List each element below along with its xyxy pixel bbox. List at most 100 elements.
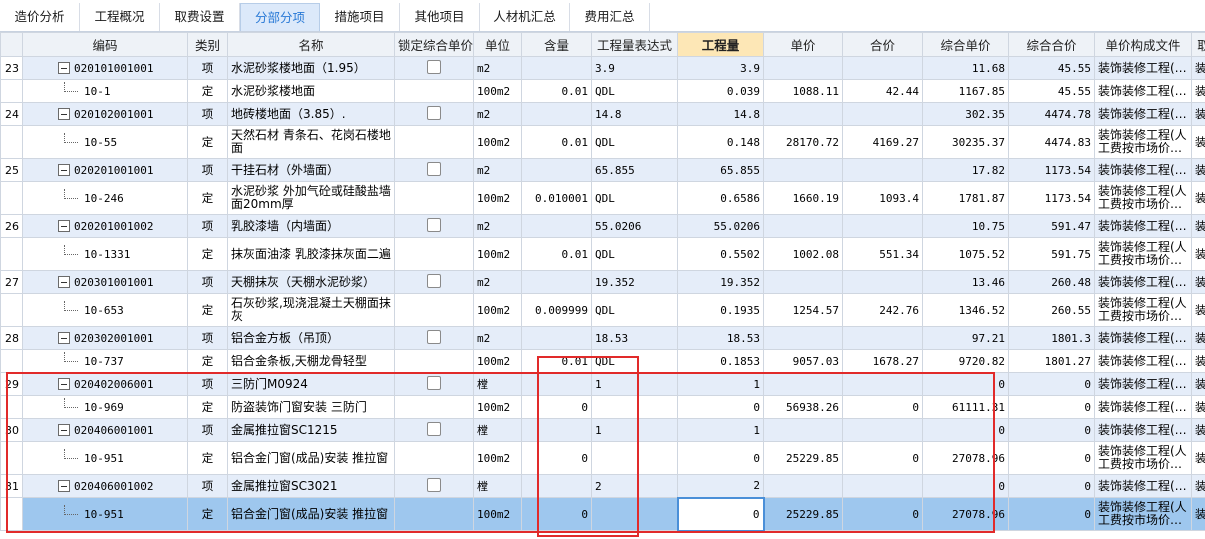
composite-total-cell[interactable]: 260.48 xyxy=(1008,270,1095,294)
total-price-cell[interactable] xyxy=(842,326,923,350)
quantity-cell[interactable]: 1 xyxy=(677,372,764,396)
collapse-icon[interactable] xyxy=(58,108,70,120)
composite-unit-price-cell[interactable]: 1781.87 xyxy=(922,181,1009,215)
code-cell[interactable]: 020102001001 xyxy=(22,102,188,126)
lock-price-checkbox[interactable] xyxy=(427,421,441,436)
composite-total-cell[interactable]: 0 xyxy=(1008,418,1095,442)
composite-total-cell[interactable]: 45.55 xyxy=(1008,56,1095,80)
total-price-cell[interactable]: 1093.4 xyxy=(842,181,923,215)
column-header-8[interactable]: 工程量 xyxy=(677,32,764,57)
category-cell[interactable]: 定 xyxy=(187,181,228,215)
unit-price-cell[interactable] xyxy=(763,102,843,126)
content-cell[interactable]: 0.01 xyxy=(521,79,592,103)
fee-cell[interactable]: 装饰装修 xyxy=(1191,293,1205,327)
unit-cell[interactable]: m2 xyxy=(473,326,522,350)
bill-item-row[interactable]: 26 020201001002 项乳胶漆墙（内墙面） m2 55.0206 55.0206… xyxy=(0,214,1205,238)
quota-row[interactable]: 10-951 定铝合金门窗(成品)安装 推拉窗 100m2 0 0 25229.85 0 27… xyxy=(0,496,1205,532)
category-cell[interactable]: 定 xyxy=(187,125,228,159)
tab-3[interactable]: 分部分项 xyxy=(240,3,320,31)
bill-item-row[interactable]: 25 020201001001 项干挂石材（外墙面） m2 65.855 65.855 17… xyxy=(0,158,1205,182)
composite-total-cell[interactable]: 0 xyxy=(1008,395,1095,419)
content-cell[interactable] xyxy=(521,474,592,498)
content-cell[interactable] xyxy=(521,418,592,442)
content-cell[interactable] xyxy=(521,270,592,294)
name-cell[interactable]: 地砖楼地面（3.85）. xyxy=(227,102,395,126)
name-cell[interactable]: 天棚抹灰（天棚水泥砂浆） xyxy=(227,270,395,294)
fee-cell[interactable]: 装饰装修 xyxy=(1191,214,1205,238)
price-file-cell[interactable]: 装饰装修工程(… xyxy=(1094,418,1192,442)
composite-unit-price-cell[interactable]: 27078.96 xyxy=(922,441,1009,475)
composite-total-cell[interactable]: 0 xyxy=(1008,372,1095,396)
total-price-cell[interactable]: 4169.27 xyxy=(842,125,923,159)
content-cell[interactable] xyxy=(521,372,592,396)
total-price-cell[interactable]: 0 xyxy=(842,497,923,531)
unit-price-cell[interactable]: 9057.03 xyxy=(763,349,843,373)
unit-cell[interactable]: 100m2 xyxy=(473,349,522,373)
unit-price-cell[interactable]: 1660.19 xyxy=(763,181,843,215)
quota-row[interactable]: 10-1331 定抹灰面油漆 乳胶漆抹灰面二遍 100m2 0.01 QDL 0.5502… xyxy=(0,237,1205,271)
content-cell[interactable] xyxy=(521,158,592,182)
unit-cell[interactable]: 100m2 xyxy=(473,125,522,159)
price-file-cell[interactable]: 装饰装修工程(人工费按市场价… xyxy=(1094,497,1192,531)
unit-cell[interactable]: m2 xyxy=(473,270,522,294)
quantity-cell[interactable]: 3.9 xyxy=(677,56,764,80)
collapse-icon[interactable] xyxy=(58,220,70,232)
tab-4[interactable]: 措施项目 xyxy=(320,3,400,31)
total-price-cell[interactable] xyxy=(842,418,923,442)
code-cell[interactable]: 020201001002 xyxy=(22,214,188,238)
column-header-6[interactable]: 含量 xyxy=(521,32,592,57)
unit-price-cell[interactable] xyxy=(763,372,843,396)
tab-5[interactable]: 其他项目 xyxy=(400,3,480,31)
unit-price-cell[interactable] xyxy=(763,270,843,294)
collapse-icon[interactable] xyxy=(58,332,70,344)
collapse-icon[interactable] xyxy=(58,62,70,74)
code-cell[interactable]: 020302001001 xyxy=(22,326,188,350)
quantity-expression-cell[interactable]: 65.855 xyxy=(591,158,678,182)
quantity-expression-cell[interactable]: QDL xyxy=(591,125,678,159)
content-cell[interactable]: 0.01 xyxy=(521,349,592,373)
composite-unit-price-cell[interactable]: 9720.82 xyxy=(922,349,1009,373)
category-cell[interactable]: 定 xyxy=(187,441,228,475)
unit-price-cell[interactable] xyxy=(763,214,843,238)
composite-total-cell[interactable]: 1173.54 xyxy=(1008,181,1095,215)
category-cell[interactable]: 定 xyxy=(187,293,228,327)
name-cell[interactable]: 天然石材 青条石、花岗石楼地面 xyxy=(227,125,395,159)
quota-row[interactable]: 10-951 定铝合金门窗(成品)安装 推拉窗 100m2 0 0 25229.85 0 27… xyxy=(0,441,1205,475)
quantity-cell[interactable]: 0.1935 xyxy=(677,293,764,327)
composite-unit-price-cell[interactable]: 27078.96 xyxy=(922,497,1009,531)
unit-cell[interactable]: m2 xyxy=(473,56,522,80)
fee-cell[interactable]: 装饰装修 xyxy=(1191,125,1205,159)
price-file-cell[interactable]: 装饰装修工程(人工费按市场价… xyxy=(1094,125,1192,159)
content-cell[interactable]: 0 xyxy=(521,497,592,531)
quantity-expression-cell[interactable]: 2 xyxy=(591,474,678,498)
lock-price-checkbox[interactable] xyxy=(427,59,441,74)
code-cell[interactable]: 10-1 xyxy=(22,79,188,103)
price-file-cell[interactable]: 装饰装修工程(… xyxy=(1094,270,1192,294)
quota-row[interactable]: 10-737 定铝合金条板,天棚龙骨轻型 100m2 0.01 QDL 0.1853 905… xyxy=(0,349,1205,373)
fee-cell[interactable]: 装饰装修 xyxy=(1191,102,1205,126)
price-file-cell[interactable]: 装饰装修工程(… xyxy=(1094,349,1192,373)
name-cell[interactable]: 抹灰面油漆 乳胶漆抹灰面二遍 xyxy=(227,237,395,271)
name-cell[interactable]: 铝合金门窗(成品)安装 推拉窗 xyxy=(227,441,395,475)
code-cell[interactable]: 10-246 xyxy=(22,181,188,215)
category-cell[interactable]: 项 xyxy=(187,270,228,294)
composite-unit-price-cell[interactable]: 1167.85 xyxy=(922,79,1009,103)
price-file-cell[interactable]: 装饰装修工程(… xyxy=(1094,395,1192,419)
composite-total-cell[interactable]: 0 xyxy=(1008,474,1095,498)
bill-item-row[interactable]: 30020406001001项金属推拉窗SC1215樘1100装饰装修工程(…装… xyxy=(0,418,1205,442)
quantity-cell[interactable]: 0 xyxy=(677,441,764,475)
lock-price-checkbox[interactable] xyxy=(427,375,441,390)
category-cell[interactable]: 定 xyxy=(187,79,228,103)
tab-2[interactable]: 取费设置 xyxy=(160,3,240,31)
name-cell[interactable]: 水泥砂浆楼地面（1.95） xyxy=(227,56,395,80)
unit-cell[interactable]: 100m2 xyxy=(473,181,522,215)
lock-price-checkbox[interactable] xyxy=(427,329,441,344)
unit-cell[interactable]: 100m2 xyxy=(473,497,522,531)
quantity-cell[interactable]: 0.1853 xyxy=(677,349,764,373)
total-price-cell[interactable]: 1678.27 xyxy=(842,349,923,373)
name-cell[interactable]: 铝合金方板（吊顶） xyxy=(227,326,395,350)
column-header-12[interactable]: 综合合价 xyxy=(1008,32,1095,57)
column-header-2[interactable]: 类别 xyxy=(187,32,228,57)
category-cell[interactable]: 项 xyxy=(187,326,228,350)
composite-total-cell[interactable]: 0 xyxy=(1008,497,1095,531)
